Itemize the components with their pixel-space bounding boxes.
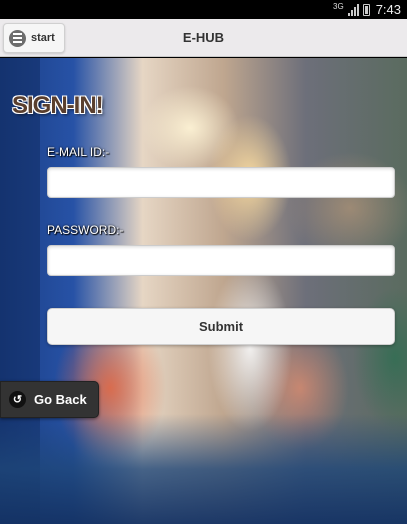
back-arrow-icon: ↺ [9,391,26,408]
signal-icon [347,3,359,16]
page-title: E-HUB [182,30,225,45]
email-field[interactable] [47,167,395,198]
battery-icon [362,3,370,16]
go-back-button[interactable]: ↺ Go Back [0,381,99,418]
go-back-label: Go Back [34,392,87,407]
password-label: PASSWORD:- [47,223,124,237]
password-field[interactable] [47,245,395,276]
app-header: start E-HUB [0,19,407,57]
status-time: 7:43 [375,2,401,17]
status-bar: 3G 7:43 [0,0,407,19]
network-type: 3G [333,1,344,11]
status-indicators: 3G 7:43 [333,1,401,18]
background-image [0,58,407,524]
background-band [0,58,40,524]
submit-button[interactable]: Submit [47,308,395,345]
email-label: E-MAIL ID:- [47,145,110,159]
signin-heading: SIGN-IN! [12,92,104,119]
